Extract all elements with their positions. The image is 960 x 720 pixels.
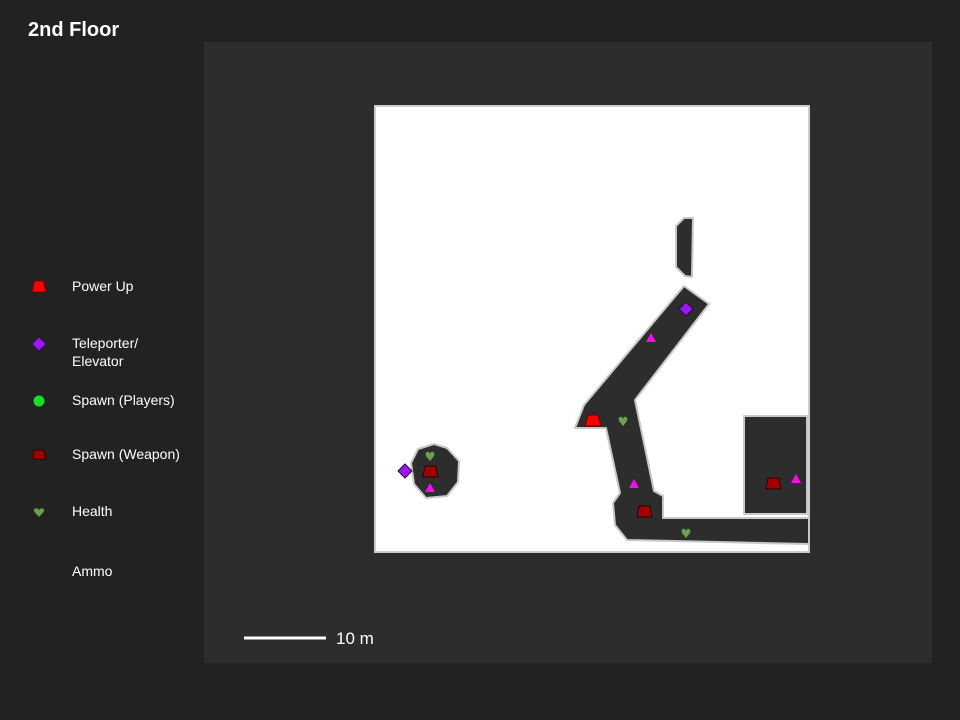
teleporter-icon: [31, 336, 47, 352]
spawn-players-icon: [33, 395, 45, 407]
ammo-icon: [34, 567, 44, 576]
spawn-weapon-icon: [765, 477, 782, 490]
legend-label-ammo: Ammo: [72, 563, 113, 579]
health-icon: [33, 508, 45, 517]
spawn-weapon-icon: [31, 449, 47, 460]
floor-map-screen: 2nd Floor Power Up Teleporter/ Elevator …: [0, 0, 960, 720]
legend-label-power-up: Power Up: [72, 278, 134, 294]
wall-block: [743, 415, 808, 515]
power-up-icon: [31, 280, 47, 293]
legend: Power Up Teleporter/ Elevator Spawn (Pla…: [0, 0, 200, 720]
legend-label-spawn-players: Spawn (Players): [72, 392, 175, 408]
map-panel: 10 m: [204, 42, 932, 663]
spawn-weapon-icon: [422, 465, 439, 478]
spawn-weapon-icon: [636, 505, 653, 518]
legend-label-health: Health: [72, 503, 113, 519]
legend-label-spawn-weapon: Spawn (Weapon): [72, 446, 180, 462]
wall-pillar: [675, 217, 694, 278]
legend-label-teleporter: Teleporter/ Elevator: [72, 335, 139, 369]
scale-label: 10 m: [336, 629, 374, 648]
floor-map: 10 m: [244, 105, 810, 648]
power-up-icon: [584, 414, 602, 427]
